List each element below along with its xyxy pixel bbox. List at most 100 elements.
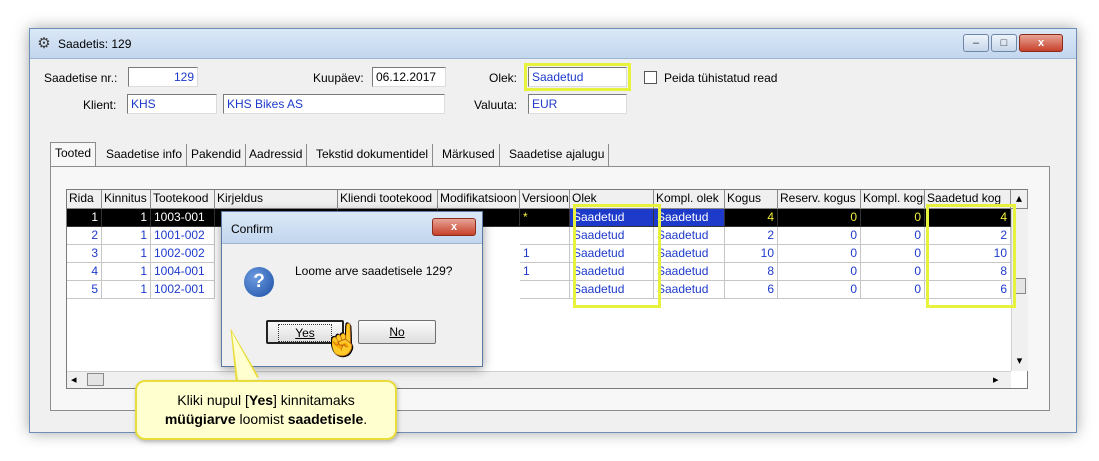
dialog-close-button[interactable]: x [432,218,476,236]
callout-yes: Yes [248,392,274,408]
cell-saadetud-kogus[interactable]: 8 [925,263,1011,281]
cell-reserv-kogus[interactable]: 0 [778,245,861,263]
col-header-reserv-kogus[interactable]: Reserv. kogus [778,190,861,209]
no-button[interactable]: No [358,320,436,344]
tab-pakendid[interactable]: Pakendid [187,144,247,166]
col-header-rida[interactable]: Rida [67,190,102,209]
cell-saadetud-kogus[interactable]: 2 [925,227,1011,245]
cell-rida[interactable]: 2 [67,227,102,245]
scroll-down-icon[interactable]: ▾ [1011,353,1028,369]
cell-tootekood[interactable]: 1004-001 [151,263,215,281]
col-header-kogus[interactable]: Kogus [725,190,778,209]
cell-rida[interactable]: 3 [67,245,102,263]
status-label: Olek: [489,71,518,85]
cell-kinnitus[interactable]: 1 [102,245,151,263]
cell-olek[interactable]: Saadetud [570,245,654,263]
cell-tootekood[interactable]: 1001-002 [151,227,215,245]
cell-tootekood[interactable]: 1003-001 [151,209,215,227]
tab-saadetise-ajalugu[interactable]: Saadetise ajalugu [505,144,610,166]
cell-versioon[interactable]: * [520,209,570,227]
cell-kinnitus[interactable]: 1 [102,209,151,227]
col-header-versioon[interactable]: Versioon [520,190,570,209]
cell-kogus[interactable]: 2 [725,227,778,245]
cell-kogus[interactable]: 6 [725,281,778,299]
tab-tekstid-dokumentidel[interactable]: Tekstid dokumentidel [312,144,434,166]
cell-kompl-olek[interactable]: Saadetud [654,245,725,263]
tab-aadressid[interactable]: Aadressid [245,144,308,166]
cell-olek[interactable]: Saadetud [570,227,654,245]
scroll-up-icon[interactable]: ▴ [1011,190,1028,209]
cell-olek[interactable]: Saadetud [570,209,654,227]
scroll-left-icon[interactable]: ◂ [71,372,85,388]
cell-versioon[interactable] [520,227,570,245]
client-code-field[interactable]: KHS [127,94,217,114]
col-header-kinnitus[interactable]: Kinnitus [102,190,151,209]
currency-label: Valuuta: [474,98,518,112]
cell-kinnitus[interactable]: 1 [102,227,151,245]
cell-kompl-kogus[interactable]: 0 [861,227,925,245]
cell-saadetud-kogus[interactable]: 4 [925,209,1011,227]
cell-reserv-kogus[interactable]: 0 [778,263,861,281]
cell-kompl-kogus[interactable]: 0 [861,245,925,263]
cell-saadetud-kogus[interactable]: 10 [925,245,1011,263]
cell-kompl-kogus[interactable]: 0 [861,281,925,299]
currency-field[interactable]: EUR [528,94,627,114]
products-grid[interactable]: Rida Kinnitus Tootekood Kirjeldus Kliend… [66,189,1028,389]
cell-kogus[interactable]: 4 [725,209,778,227]
cell-reserv-kogus[interactable]: 0 [778,227,861,245]
cell-kogus[interactable]: 8 [725,263,778,281]
tab-saadetise-info[interactable]: Saadetise info [102,144,188,166]
cell-rida[interactable]: 1 [67,209,102,227]
date-field[interactable]: 06.12.2017 [372,67,446,87]
cell-kompl-olek[interactable]: Saadetud [654,263,725,281]
cell-kompl-olek[interactable]: Saadetud [654,227,725,245]
cell-reserv-kogus[interactable]: 0 [778,281,861,299]
cell-olek[interactable]: Saadetud [570,281,654,299]
callout-text-3: ] kinnitamaks [273,392,355,408]
cell-tootekood[interactable]: 1002-002 [151,245,215,263]
cell-kompl-kogus[interactable]: 0 [861,263,925,281]
cell-tootekood[interactable]: 1002-001 [151,281,215,299]
minimize-button[interactable]: – [963,34,989,52]
cell-saadetud-kogus[interactable]: 6 [925,281,1011,299]
col-header-saadetud-kogus[interactable]: Saadetud kog [925,190,1011,209]
cell-kompl-olek[interactable]: Saadetud [654,281,725,299]
col-header-kompl-kogus[interactable]: Kompl. kogus [861,190,925,209]
callout-text-5: loomist [235,411,288,427]
cell-kompl-olek[interactable]: Saadetud [654,209,725,227]
cell-rida[interactable]: 5 [67,281,102,299]
cell-kinnitus[interactable]: 1 [102,281,151,299]
col-header-tootekood[interactable]: Tootekood [151,190,215,209]
col-header-kirjeldus[interactable]: Kirjeldus [215,190,338,209]
close-window-button[interactable]: x [1019,34,1063,52]
question-icon: ? [244,267,274,297]
cell-rida[interactable]: 4 [67,263,102,281]
tab-markused[interactable]: Märkused [438,144,500,166]
dialog-title-bar[interactable]: Confirm x [222,212,482,244]
cell-kompl-kogus[interactable]: 0 [861,209,925,227]
cell-versioon[interactable]: 1 [520,245,570,263]
col-header-modifikatsioon[interactable]: Modifikatsioon [438,190,520,209]
hide-cancelled-checkbox[interactable] [644,71,657,84]
title-bar[interactable]: ⚙ Saadetis: 129 – □ x [30,29,1076,59]
client-name-field[interactable]: KHS Bikes AS [223,94,445,114]
col-header-kliendi-tootekood[interactable]: Kliendi tootekood [338,190,438,209]
col-header-olek[interactable]: Olek [570,190,654,209]
cell-kogus[interactable]: 10 [725,245,778,263]
cell-reserv-kogus[interactable]: 0 [778,209,861,227]
callout-text-7: . [363,411,368,427]
col-header-kompl-olek[interactable]: Kompl. olek [654,190,725,209]
cell-versioon[interactable] [520,281,570,299]
shipment-no-field[interactable]: 129 [128,67,198,87]
window-title: Saadetis: 129 [58,37,132,51]
cell-kinnitus[interactable]: 1 [102,263,151,281]
scroll-right-icon[interactable]: ▸ [993,372,1007,388]
callout-text-1: Kliki nupul [ [177,392,249,408]
maximize-button[interactable]: □ [991,34,1017,52]
cell-versioon[interactable]: 1 [520,263,570,281]
tab-tooted[interactable]: Tooted [50,142,97,167]
vertical-scroll-thumb[interactable] [1014,278,1026,294]
cell-olek[interactable]: Saadetud [570,263,654,281]
horizontal-scroll-thumb[interactable] [87,373,104,386]
status-field[interactable]: Saadetud [524,63,631,91]
